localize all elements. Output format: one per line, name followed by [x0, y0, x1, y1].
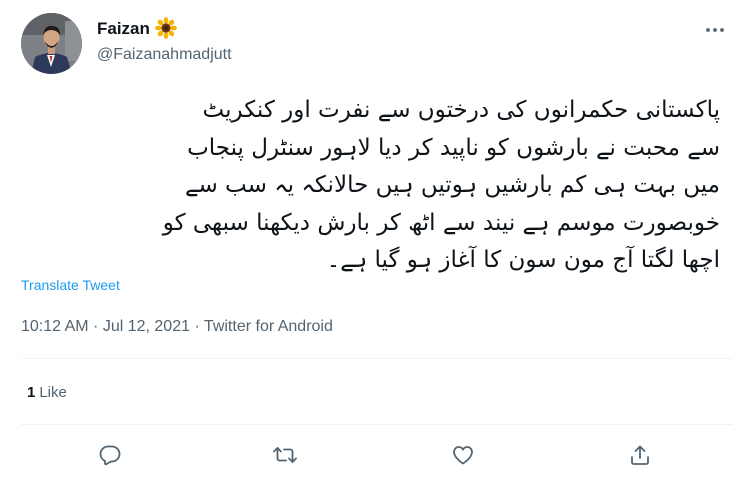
- translate-tweet-link[interactable]: Translate Tweet: [21, 277, 120, 293]
- reply-button[interactable]: [94, 441, 126, 469]
- tweet-timestamp[interactable]: 10:12 AM · Jul 12, 2021 · Twitter for An…: [21, 318, 333, 336]
- tweet-card: Faizan @Faizanahmadjutt پاکستانی حکمرانو…: [0, 0, 750, 486]
- author-handle[interactable]: @Faizanahmadjutt: [97, 46, 232, 64]
- like-button[interactable]: [447, 441, 479, 469]
- avatar-image: [21, 13, 82, 74]
- retweet-icon: [273, 447, 297, 463]
- share-button[interactable]: [624, 441, 656, 469]
- divider: [21, 424, 732, 425]
- more-icon: [706, 28, 724, 32]
- divider: [21, 358, 732, 359]
- retweet-button[interactable]: [269, 441, 301, 469]
- likes-count: 1: [27, 384, 36, 401]
- tweet-text: پاکستانی حکمرانوں کی درختوں سے نفرت اور …: [162, 97, 720, 273]
- author-name[interactable]: Faizan: [97, 19, 150, 39]
- avatar[interactable]: [21, 13, 82, 74]
- sunflower-icon: [155, 17, 177, 39]
- likes-label: Like: [39, 384, 67, 401]
- share-icon: [631, 445, 649, 465]
- likes-stat[interactable]: 1 Like: [27, 384, 67, 401]
- heart-icon: [453, 446, 473, 465]
- reply-icon: [99, 445, 121, 466]
- more-options-button[interactable]: [700, 18, 730, 42]
